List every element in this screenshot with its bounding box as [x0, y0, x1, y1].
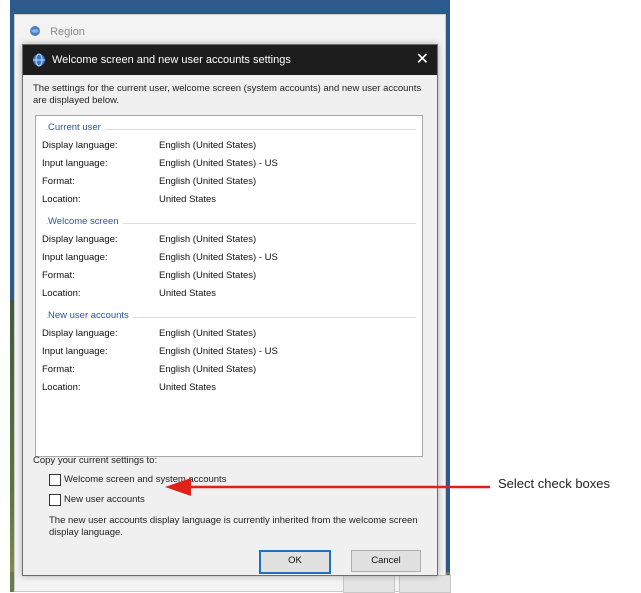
section-heading-label: Welcome screen	[48, 216, 123, 227]
inheritance-note: The new user accounts display language i…	[49, 515, 418, 538]
settings-summary-panel: Current user Display language: English (U…	[35, 115, 423, 457]
row-key: Display language:	[42, 234, 118, 245]
section-heading-label: New user accounts	[48, 310, 133, 321]
row-key: Location:	[42, 194, 81, 205]
row-key: Display language:	[42, 328, 118, 339]
row-value: English (United States) - US	[159, 346, 278, 357]
row-value: English (United States)	[159, 364, 257, 375]
checkbox-box[interactable]	[49, 494, 61, 506]
settings-row: Location: United States	[42, 288, 422, 300]
section-heading-current-user: Current user	[42, 122, 416, 136]
settings-row: Display language: English (United States)	[42, 140, 422, 152]
settings-row: Input language: English (United States) -…	[42, 252, 422, 264]
row-key: Display language:	[42, 140, 118, 151]
row-value: United States	[159, 382, 217, 393]
settings-row: Input language: English (United States) -…	[42, 346, 422, 358]
region-icon	[30, 26, 40, 36]
section-heading-welcome-screen: Welcome screen	[42, 216, 416, 230]
cancel-button[interactable]: Cancel	[351, 550, 421, 572]
region-window-button[interactable]	[399, 575, 451, 593]
dialog-titlebar: Welcome screen and new user accounts set…	[23, 45, 437, 75]
row-key: Format:	[42, 270, 75, 281]
settings-row: Format: English (United States)	[42, 364, 422, 376]
settings-row: Display language: English (United States)	[42, 234, 422, 246]
row-value: English (United States)	[159, 328, 257, 339]
dialog-intro-text: The settings for the current user, welco…	[33, 83, 422, 106]
section-heading-label: Current user	[48, 122, 105, 133]
settings-row: Input language: English (United States) -…	[42, 158, 422, 170]
region-window-title: Region	[29, 25, 85, 38]
row-value: English (United States) - US	[159, 158, 278, 169]
annotation-text: Select check boxes	[498, 476, 611, 491]
region-window-title-text: Region	[50, 26, 85, 38]
row-key: Format:	[42, 364, 75, 375]
settings-row: Location: United States	[42, 194, 422, 206]
section-heading-new-user-accounts: New user accounts	[42, 310, 416, 324]
annotation-arrow	[165, 478, 490, 496]
row-key: Format:	[42, 176, 75, 187]
settings-row: Display language: English (United States)	[42, 328, 422, 340]
row-value: United States	[159, 194, 217, 205]
settings-row: Location: United States	[42, 382, 422, 394]
row-key: Location:	[42, 382, 81, 393]
checkbox-box[interactable]	[49, 474, 61, 486]
region-window-button[interactable]	[343, 575, 395, 593]
row-key: Input language:	[42, 252, 108, 263]
row-value: English (United States) - US	[159, 252, 278, 263]
row-key: Input language:	[42, 158, 108, 169]
checkbox-label[interactable]: New user accounts	[64, 494, 145, 505]
row-value: English (United States)	[159, 234, 257, 245]
dialog-title: Welcome screen and new user accounts set…	[52, 54, 291, 66]
close-icon[interactable]: ✕	[416, 49, 429, 69]
row-key: Input language:	[42, 346, 108, 357]
row-value: English (United States)	[159, 270, 257, 281]
ok-button[interactable]: OK	[259, 550, 331, 574]
row-key: Location:	[42, 288, 81, 299]
row-value: English (United States)	[159, 140, 257, 151]
globe-icon	[33, 53, 45, 67]
copy-settings-label: Copy your current settings to:	[33, 455, 158, 466]
settings-row: Format: English (United States)	[42, 176, 422, 188]
row-value: United States	[159, 288, 217, 299]
settings-row: Format: English (United States)	[42, 270, 422, 282]
row-value: English (United States)	[159, 176, 257, 187]
